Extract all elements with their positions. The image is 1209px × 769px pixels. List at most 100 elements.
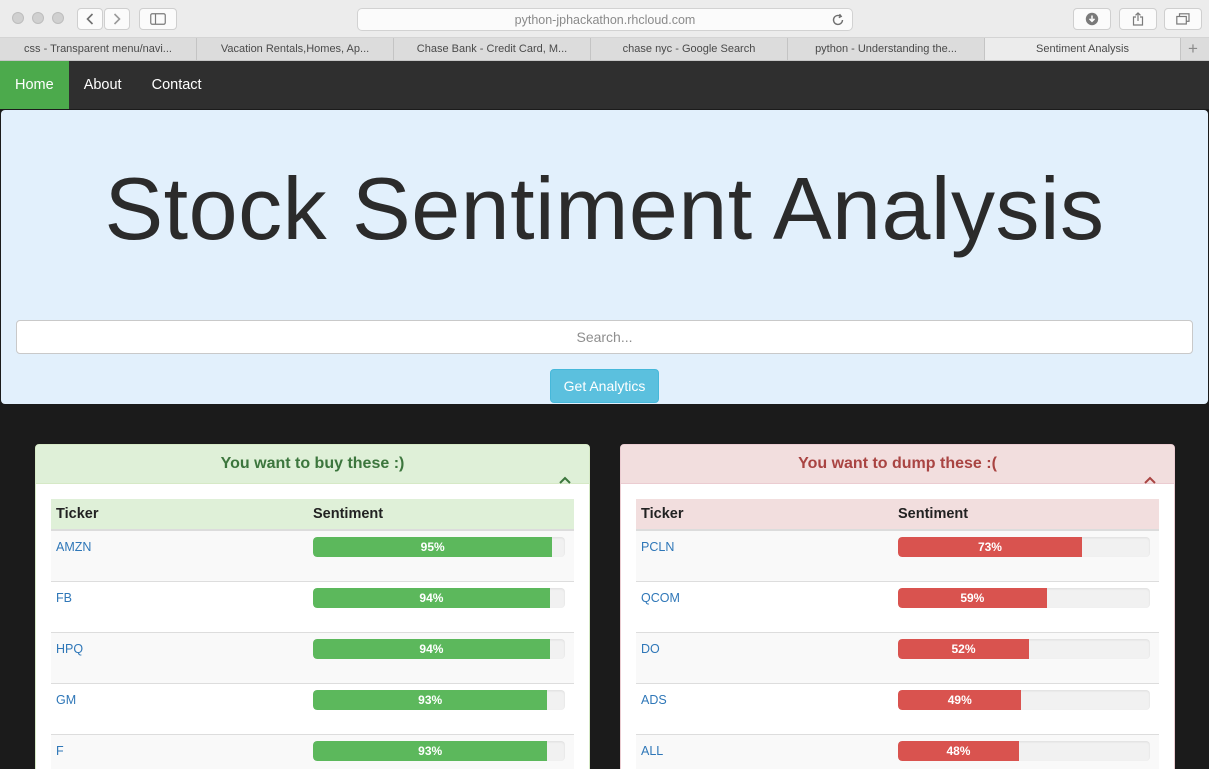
- share-icon: [1132, 12, 1144, 26]
- browser-tab[interactable]: Chase Bank - Credit Card, M...: [394, 38, 591, 60]
- search-input[interactable]: [16, 320, 1193, 354]
- ticker-link[interactable]: PCLN: [641, 540, 674, 554]
- sentiment-progress-bar: 94%: [313, 638, 565, 659]
- ticker-link[interactable]: FB: [56, 591, 72, 605]
- tab-strip: css - Transparent menu/navi... Vacation …: [0, 38, 1209, 61]
- minimize-window-button[interactable]: [32, 12, 44, 24]
- column-header-ticker: Ticker: [51, 499, 308, 531]
- sentiment-progress-fill: 52%: [898, 638, 1030, 659]
- ticker-cell: HPQ: [51, 631, 308, 683]
- nav-home[interactable]: Home: [0, 61, 69, 109]
- close-window-button[interactable]: [12, 12, 24, 24]
- sentiment-cell: 94%: [308, 580, 574, 632]
- reload-icon[interactable]: [830, 12, 846, 28]
- url-text: python-jphackathon.rhcloud.com: [514, 12, 696, 27]
- table-row: F 93%: [51, 733, 574, 769]
- ticker-cell: PCLN: [636, 529, 893, 581]
- sentiment-progress-fill: 93%: [313, 740, 548, 761]
- sentiment-cell: 52%: [893, 631, 1159, 683]
- table-row: DO 52%: [636, 631, 1159, 683]
- browser-tab-active[interactable]: Sentiment Analysis: [985, 38, 1181, 60]
- chevron-up-icon[interactable]: [559, 476, 571, 484]
- chevron-right-icon: [113, 13, 121, 25]
- ticker-link[interactable]: HPQ: [56, 642, 83, 656]
- share-button[interactable]: [1119, 8, 1157, 30]
- nav-contact[interactable]: Contact: [137, 61, 217, 109]
- download-icon: [1085, 12, 1099, 26]
- ticker-link[interactable]: F: [56, 744, 64, 758]
- page-title: Stock Sentiment Analysis: [104, 159, 1105, 258]
- ticker-cell: QCOM: [636, 580, 893, 632]
- nav-about[interactable]: About: [69, 61, 137, 109]
- sentiment-progress-bar: 94%: [313, 587, 565, 608]
- table-row: AMZN 95%: [51, 529, 574, 581]
- ticker-cell: DO: [636, 631, 893, 683]
- chevron-up-icon[interactable]: [1144, 476, 1156, 484]
- ticker-cell: F: [51, 733, 308, 769]
- sentiment-cell: 59%: [893, 580, 1159, 632]
- browser-tab[interactable]: chase nyc - Google Search: [591, 38, 788, 60]
- sentiment-progress-bar: 52%: [898, 638, 1150, 659]
- address-bar[interactable]: python-jphackathon.rhcloud.com: [357, 8, 853, 31]
- sentiment-cell: 94%: [308, 631, 574, 683]
- new-tab-button[interactable]: +: [1181, 38, 1205, 60]
- ticker-cell: FB: [51, 580, 308, 632]
- sentiment-progress-fill: 94%: [313, 587, 550, 608]
- ticker-cell: AMZN: [51, 529, 308, 581]
- ticker-link[interactable]: ALL: [641, 744, 663, 758]
- sentiment-progress-bar: 73%: [898, 537, 1150, 557]
- sidebar-toggle-button[interactable]: [139, 8, 177, 30]
- buy-panel-title: You want to buy these :): [220, 455, 405, 472]
- sentiment-cell: 73%: [893, 529, 1159, 581]
- sentiment-progress-fill: 59%: [898, 587, 1047, 608]
- browser-tab[interactable]: python - Understanding the...: [788, 38, 985, 60]
- dump-table: Ticker Sentiment PCLN 73% QCOM 59% DO 52% ADS 4…: [636, 499, 1159, 769]
- ticker-link[interactable]: DO: [641, 642, 660, 656]
- table-row: PCLN 73%: [636, 529, 1159, 581]
- ticker-cell: ADS: [636, 682, 893, 734]
- site-navbar: Home About Contact: [0, 61, 1209, 109]
- sentiment-progress-bar: 95%: [313, 537, 565, 557]
- sentiment-progress-bar: 49%: [898, 689, 1150, 710]
- chevron-left-icon: [86, 13, 94, 25]
- forward-button[interactable]: [104, 8, 130, 30]
- buy-panel-header[interactable]: You want to buy these :): [36, 445, 589, 484]
- ticker-link[interactable]: AMZN: [56, 540, 91, 554]
- browser-tab[interactable]: css - Transparent menu/navi...: [0, 38, 197, 60]
- sentiment-progress-fill: 48%: [898, 740, 1019, 761]
- dump-table-body: PCLN 73% QCOM 59% DO 52% ADS 49% ALL 48%: [636, 529, 1159, 769]
- tabs-icon: [1176, 13, 1190, 25]
- back-button[interactable]: [77, 8, 103, 30]
- ticker-cell: GM: [51, 682, 308, 734]
- table-row: GM 93%: [51, 682, 574, 734]
- dump-panel: You want to dump these :( Ticker Sentime…: [620, 444, 1175, 769]
- ticker-cell: ALL: [636, 733, 893, 769]
- table-row: FB 94%: [51, 580, 574, 632]
- table-row: ADS 49%: [636, 682, 1159, 734]
- sentiment-cell: 49%: [893, 682, 1159, 734]
- column-header-sentiment: Sentiment: [308, 499, 574, 531]
- dump-panel-title: You want to dump these :(: [798, 455, 997, 472]
- sentiment-progress-fill: 95%: [313, 537, 553, 557]
- ticker-link[interactable]: GM: [56, 693, 76, 707]
- sentiment-progress-bar: 59%: [898, 587, 1150, 608]
- table-row: ALL 48%: [636, 733, 1159, 769]
- sentiment-cell: 95%: [308, 529, 574, 581]
- downloads-button[interactable]: [1073, 8, 1111, 30]
- table-row: HPQ 94%: [51, 631, 574, 683]
- sentiment-progress-fill: 73%: [898, 537, 1082, 557]
- sentiment-progress-fill: 94%: [313, 638, 550, 659]
- buy-table-body: AMZN 95% FB 94% HPQ 94% GM 93% F 93%: [51, 529, 574, 769]
- sentiment-cell: 93%: [308, 682, 574, 734]
- dump-panel-header[interactable]: You want to dump these :(: [621, 445, 1174, 484]
- ticker-link[interactable]: ADS: [641, 693, 667, 707]
- sentiment-progress-fill: 93%: [313, 689, 548, 710]
- browser-toolbar: python-jphackathon.rhcloud.com: [0, 0, 1209, 38]
- browser-tab[interactable]: Vacation Rentals,Homes, Ap...: [197, 38, 394, 60]
- tabs-overview-button[interactable]: [1164, 8, 1202, 30]
- ticker-link[interactable]: QCOM: [641, 591, 680, 605]
- zoom-window-button[interactable]: [52, 12, 64, 24]
- get-analytics-button[interactable]: Get Analytics: [550, 369, 659, 403]
- sentiment-cell: 48%: [893, 733, 1159, 769]
- column-header-ticker: Ticker: [636, 499, 893, 531]
